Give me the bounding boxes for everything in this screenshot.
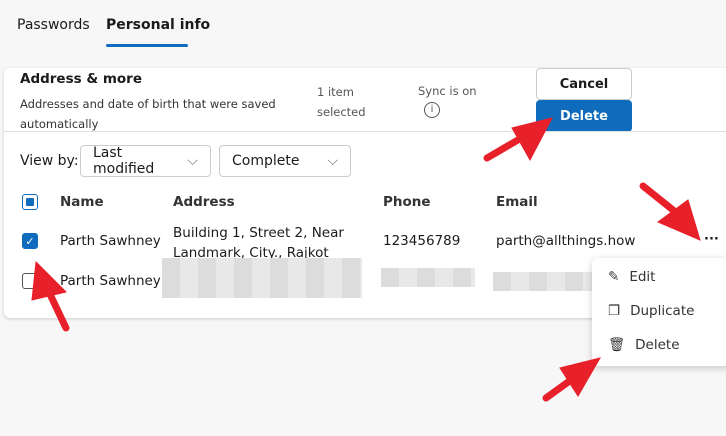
annotation-arrows <box>31 117 701 402</box>
